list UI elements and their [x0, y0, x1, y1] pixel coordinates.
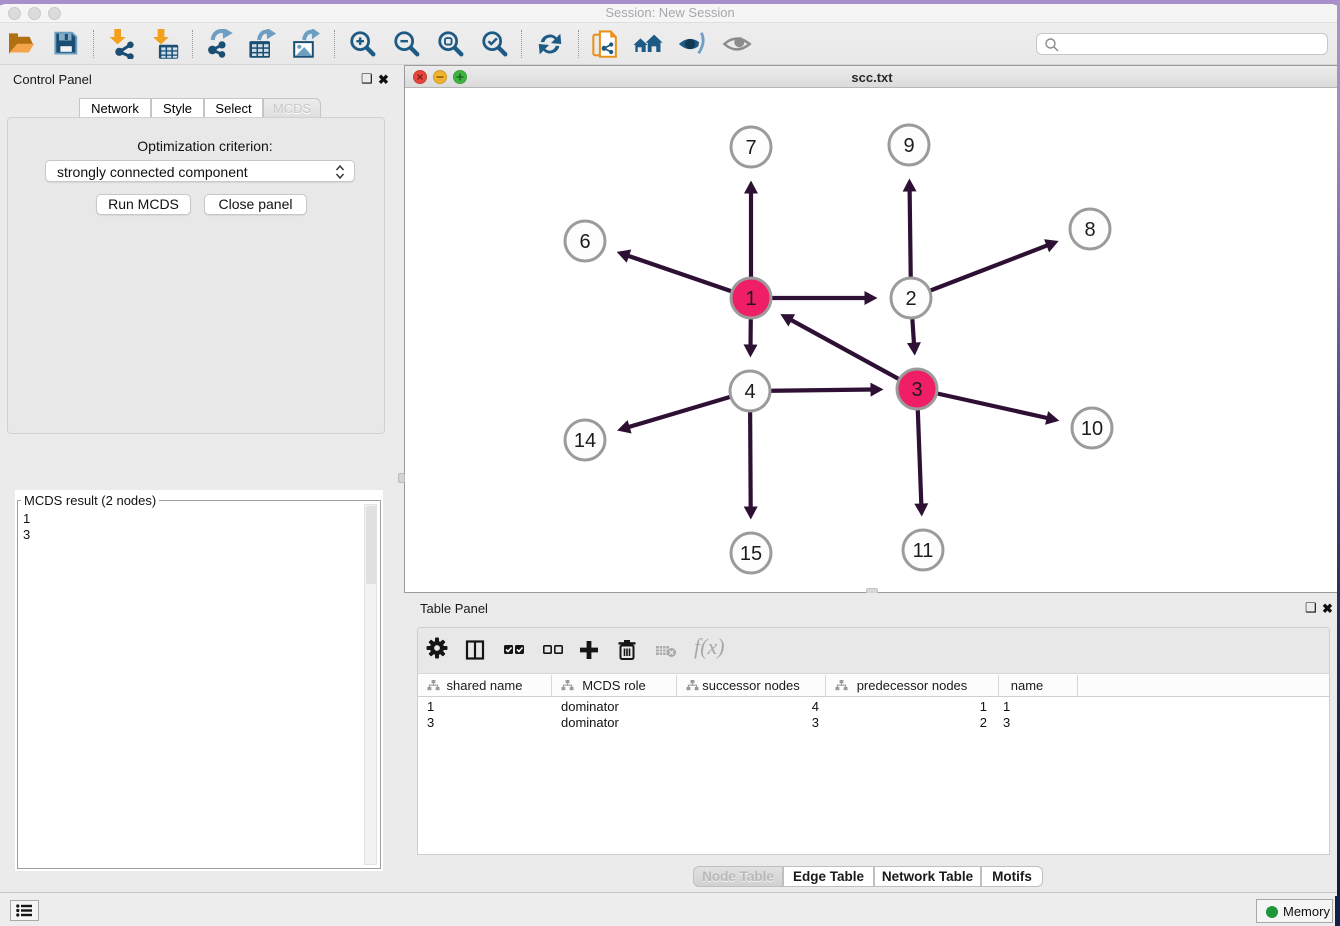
svg-text:9: 9: [903, 135, 914, 157]
svg-text:8: 8: [1084, 219, 1095, 241]
svg-text:10: 10: [1081, 418, 1103, 440]
svg-text:6: 6: [579, 231, 590, 253]
svg-text:4: 4: [744, 381, 755, 403]
svg-text:3: 3: [911, 379, 922, 401]
svg-text:1: 1: [745, 288, 756, 310]
svg-text:2: 2: [905, 288, 916, 310]
svg-text:11: 11: [913, 540, 934, 562]
svg-text:15: 15: [740, 543, 762, 565]
svg-text:7: 7: [745, 137, 756, 159]
svg-text:14: 14: [574, 430, 596, 452]
